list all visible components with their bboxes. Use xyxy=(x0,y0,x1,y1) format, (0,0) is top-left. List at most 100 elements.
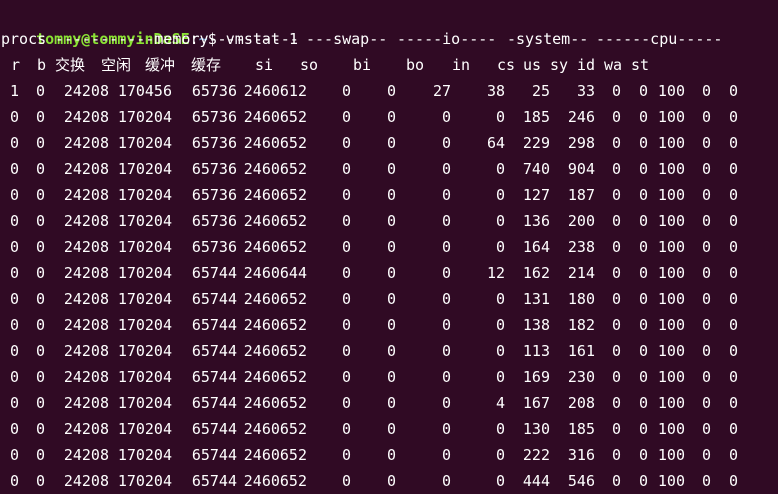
cell-r: 0 xyxy=(9,160,19,178)
cell-bi: 0 xyxy=(441,446,451,464)
cell-cache: 2460652 xyxy=(243,368,307,386)
cell-sy: 0 xyxy=(638,212,648,230)
group-procs: procs xyxy=(1,30,47,48)
cell-id: 100 xyxy=(657,342,685,360)
cell-cs: 246 xyxy=(567,108,595,126)
cell-cache: 2460652 xyxy=(243,108,307,126)
cell-cache: 2460652 xyxy=(243,186,307,204)
cell-us: 0 xyxy=(611,394,621,412)
cell-si: 0 xyxy=(341,472,351,490)
cell-free: 170204 xyxy=(117,212,172,230)
cell-cs: 208 xyxy=(567,394,595,412)
cell-swpd: 24208 xyxy=(63,238,109,256)
cell-id: 100 xyxy=(657,472,685,490)
terminal-window[interactable]: tommy@tommyinDaSE:~$ vmstat 1 procs ----… xyxy=(0,0,778,493)
cell-bo: 4 xyxy=(495,394,505,412)
cell-cache: 2460652 xyxy=(243,394,307,412)
cell-b: 0 xyxy=(35,212,45,230)
cell-b: 0 xyxy=(35,316,45,334)
cell-r: 0 xyxy=(9,316,19,334)
cell-bo: 0 xyxy=(495,160,505,178)
cell-swpd: 24208 xyxy=(63,82,109,100)
cell-si: 0 xyxy=(341,134,351,152)
cell-wa: 0 xyxy=(701,212,711,230)
cell-cache: 2460652 xyxy=(243,134,307,152)
cell-st: 0 xyxy=(728,186,738,204)
cell-b: 0 xyxy=(35,394,45,412)
cell-swpd: 24208 xyxy=(63,264,109,282)
cell-so: 0 xyxy=(386,238,396,256)
cell-bo: 0 xyxy=(495,186,505,204)
cell-us: 0 xyxy=(611,82,621,100)
cell-wa: 0 xyxy=(701,394,711,412)
cell-buff: 65744 xyxy=(191,472,237,490)
cell-id: 100 xyxy=(657,420,685,438)
cell-buff: 65736 xyxy=(191,160,237,178)
cell-buff: 65744 xyxy=(191,368,237,386)
cell-cache: 2460652 xyxy=(243,420,307,438)
cell-bi: 0 xyxy=(441,212,451,230)
cell-cs: 33 xyxy=(576,82,595,100)
column-header-wa: wa xyxy=(604,56,623,74)
cell-buff: 65736 xyxy=(191,82,237,100)
cell-cache: 2460652 xyxy=(243,446,307,464)
cell-buff: 65736 xyxy=(191,238,237,256)
cell-b: 0 xyxy=(35,238,45,256)
cell-b: 0 xyxy=(35,420,45,438)
cell-si: 0 xyxy=(341,108,351,126)
cell-st: 0 xyxy=(728,82,738,100)
cell-r: 0 xyxy=(9,290,19,308)
cell-in: 136 xyxy=(522,212,550,230)
cell-in: 130 xyxy=(522,420,550,438)
cell-buff: 65736 xyxy=(191,108,237,126)
cell-si: 0 xyxy=(341,342,351,360)
cell-bi: 0 xyxy=(441,160,451,178)
cell-id: 100 xyxy=(657,394,685,412)
group-header-row: procs -----------memory---------- ---swa… xyxy=(0,26,778,52)
group-swap: ---swap-- xyxy=(306,30,388,48)
table-row: 0 0 24208 170204 65736 2460652 0 0 0 0 127 187 0 0 100… xyxy=(0,182,778,208)
cell-bi: 0 xyxy=(441,316,451,334)
cell-so: 0 xyxy=(386,212,396,230)
cell-us: 0 xyxy=(611,316,621,334)
table-row: 0 0 24208 170204 65736 2460652 0 0 0 0 136 200 0 0 100… xyxy=(0,208,778,234)
table-row: 0 0 24208 170204 65736 2460652 0 0 0 0 740 904 0 0 100… xyxy=(0,156,778,182)
cell-sy: 0 xyxy=(638,134,648,152)
cell-bo: 38 xyxy=(486,82,505,100)
cell-bi: 0 xyxy=(441,290,451,308)
column-header-swpd: 交换 xyxy=(55,56,86,74)
cell-b: 0 xyxy=(35,134,45,152)
cell-id: 100 xyxy=(657,290,685,308)
cell-free: 170456 xyxy=(117,82,172,100)
cell-in: 138 xyxy=(522,316,550,334)
column-header-st: st xyxy=(631,56,650,74)
cell-us: 0 xyxy=(611,420,621,438)
cell-in: 127 xyxy=(522,186,550,204)
cell-so: 0 xyxy=(386,316,396,334)
cell-cs: 200 xyxy=(567,212,595,230)
cell-sy: 0 xyxy=(638,82,648,100)
cell-b: 0 xyxy=(35,186,45,204)
cell-free: 170204 xyxy=(117,108,172,126)
cell-so: 0 xyxy=(386,134,396,152)
cell-id: 100 xyxy=(657,264,685,282)
cell-in: 185 xyxy=(522,108,550,126)
cell-id: 100 xyxy=(657,186,685,204)
cell-cs: 904 xyxy=(567,160,595,178)
cell-b: 0 xyxy=(35,108,45,126)
cell-cache: 2460652 xyxy=(243,290,307,308)
column-header-free: 空闲 xyxy=(101,56,132,74)
cell-so: 0 xyxy=(386,420,396,438)
column-header-buff: 缓冲 xyxy=(145,56,176,74)
cell-so: 0 xyxy=(386,394,396,412)
cell-r: 1 xyxy=(9,82,19,100)
cell-swpd: 24208 xyxy=(63,368,109,386)
table-row: 0 0 24208 170204 65744 2460644 0 0 0 12 162 214 0 0 10… xyxy=(0,260,778,286)
cell-sy: 0 xyxy=(638,290,648,308)
cell-so: 0 xyxy=(386,342,396,360)
cell-free: 170204 xyxy=(117,160,172,178)
cell-r: 0 xyxy=(9,108,19,126)
cell-swpd: 24208 xyxy=(63,394,109,412)
cell-si: 0 xyxy=(341,290,351,308)
cell-wa: 0 xyxy=(701,316,711,334)
